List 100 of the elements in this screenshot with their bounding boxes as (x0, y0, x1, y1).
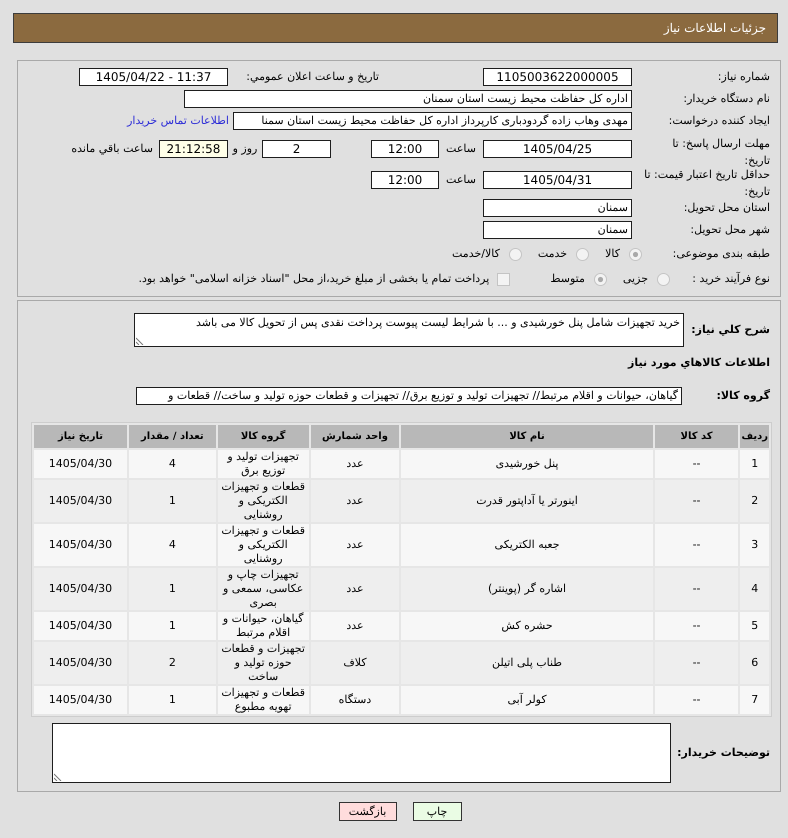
table-cell: عدد (310, 480, 400, 522)
deadline-date-field[interactable]: 1405/04/25 (483, 140, 632, 158)
deadline-time-field[interactable]: 12:00 (371, 140, 439, 158)
column-header: تعداد / مقدار (128, 425, 216, 448)
table-cell: اشاره گر (پوینتر) (401, 568, 653, 610)
table-cell: 1405/04/30 (34, 642, 127, 684)
column-header: واحد شمارش (310, 425, 400, 448)
buyer-contact-link[interactable]: اطلاعات تماس خریدار (127, 112, 229, 130)
table-cell: 1 (740, 450, 769, 478)
table-cell: قطعات و تجهیزات تهویه مطبوع (218, 686, 309, 714)
table-cell: کولر آبی (401, 686, 653, 714)
announcement-date-field[interactable]: 1405/04/22 - 11:37 (79, 68, 228, 86)
table-cell: 1405/04/30 (34, 686, 127, 714)
table-cell: 2 (740, 480, 769, 522)
table-cell: تجهیزات و قطعات حوزه تولید و ساخت (218, 642, 309, 684)
table-cell: عدد (310, 524, 400, 566)
field-label: گروه کالا: (716, 388, 770, 402)
table-cell: تجهیزات تولید و توزیع برق (218, 450, 309, 478)
need-number-field[interactable]: 1105003622000005 (483, 68, 632, 86)
radio-button[interactable] (657, 272, 670, 286)
buyer-notes-field[interactable] (52, 723, 671, 783)
table-cell: -- (654, 642, 738, 684)
time-left-field[interactable]: 21:12:58 (159, 140, 228, 158)
table-cell: 5 (740, 612, 769, 640)
table-cell: طناب پلی اتیلن (401, 642, 653, 684)
radio-button[interactable] (508, 248, 522, 260)
radio-label: جزیی (622, 270, 648, 287)
table-cell: تجهیزات چاپ و عکاسی، سمعی و بصری (218, 568, 309, 610)
table-cell: حشره کش (401, 612, 653, 640)
table-cell: جعبه الکتریکی (401, 524, 653, 566)
table-cell: -- (654, 568, 738, 610)
table-cell: کلاف (310, 642, 400, 684)
radio-button[interactable] (576, 248, 590, 260)
table-cell: 1405/04/30 (34, 450, 127, 478)
table-cell: قطعات و تجهیزات الکتریکی و روشنایی (218, 480, 309, 522)
requester-field[interactable]: مهدی وهاب زاده گردودباری کارپرداز اداره کل حفاظت محیط زیست استان سمنا (233, 112, 632, 130)
column-header: تاریخ نیاز (34, 425, 127, 448)
radio-label: خدمت (538, 246, 568, 262)
table-cell: 4 (740, 568, 769, 610)
time-left-label: ساعت باقي مانده (71, 141, 153, 157)
field-label: حداقل تاریخ اعتبار قیمت: تا تاریخ: (644, 168, 770, 198)
field-label: شهر محل تحویل: (690, 222, 770, 236)
radio-label: کالا (605, 246, 620, 262)
field-label: توضیحات خریدار: (677, 746, 770, 759)
time-label: ساعت (446, 172, 476, 188)
column-header: ردیف (740, 425, 769, 448)
table-cell: -- (654, 686, 738, 714)
table-cell: 2 (128, 642, 216, 684)
table-cell: 1 (128, 480, 216, 522)
field-label: شماره نیاز: (718, 70, 770, 83)
checkbox[interactable] (497, 272, 510, 286)
field-label: شرح کلي نیاز: (691, 322, 770, 336)
table-cell: -- (654, 612, 738, 640)
table-cell: -- (654, 524, 738, 566)
table-cell: 4 (128, 450, 216, 478)
table-cell: 1405/04/30 (34, 480, 127, 522)
table-cell: 1405/04/30 (34, 568, 127, 610)
table-cell: 6 (740, 642, 769, 684)
field-label: تاریخ و ساعت اعلان عمومي: (246, 70, 379, 83)
city-field[interactable]: سمنان (483, 221, 632, 239)
back-button[interactable]: بازگشت (338, 802, 396, 821)
days-left-field[interactable]: 2 (262, 140, 331, 158)
buyer-org-field[interactable]: اداره کل حفاظت محیط زیست استان سمنان (184, 90, 632, 108)
radio-button[interactable] (594, 272, 607, 286)
province-field[interactable]: سمنان (483, 199, 632, 217)
table-cell: اینورتر یا آداپتور قدرت (401, 480, 653, 522)
goods-group-field[interactable]: گیاهان، حیوانات و اقلام مرتبط// تجهیزات تولید و توزیع برق// تجهیزات و قطعات حوزه تولید و ساخت// قطعات و (136, 387, 682, 405)
resize-grip-icon[interactable] (136, 337, 144, 345)
table-cell: پنل خورشیدی (401, 450, 653, 478)
table-cell: عدد (310, 450, 400, 478)
time-label: ساعت (446, 141, 476, 157)
radio-label: متوسط (550, 270, 585, 287)
table-cell: 7 (740, 686, 769, 714)
table-cell: 1 (128, 612, 216, 640)
column-header: کد کالا (654, 425, 738, 448)
table-cell: عدد (310, 568, 400, 610)
field-label: طبقه بندی موضوعی: (672, 246, 770, 260)
table-cell: گیاهان، حیوانات و اقلام مرتبط (218, 612, 309, 640)
table-cell: 3 (740, 524, 769, 566)
days-label: روز و (232, 141, 258, 157)
section-title: اطلاعات کالاهاي مورد نیاز (628, 356, 770, 369)
radio-button[interactable] (629, 248, 642, 260)
table-cell: 1405/04/30 (34, 612, 127, 640)
resize-grip-icon[interactable] (54, 773, 62, 781)
table-cell: عدد (310, 612, 400, 640)
table-cell: -- (654, 450, 738, 478)
print-button[interactable]: چاپ (412, 802, 462, 821)
table-cell: 1 (128, 686, 216, 714)
validity-time-field[interactable]: 12:00 (371, 171, 439, 189)
validity-date-field[interactable]: 1405/04/31 (483, 171, 632, 189)
page-title: جزئیات اطلاعات نیاز (664, 20, 766, 37)
column-header: نام کالا (401, 425, 653, 448)
table-cell: دستگاه (310, 686, 400, 714)
field-label: نوع فرآیند خرید : (692, 272, 770, 285)
field-label: نام دستگاه خریدار: (683, 92, 770, 105)
column-header: گروه کالا (218, 425, 309, 448)
field-label: ایجاد کننده درخواست: (668, 114, 770, 127)
table-cell: 4 (128, 524, 216, 566)
description-field[interactable]: خرید تجهیزات شامل پنل خورشیدی و ... با شرایط لیست پیوست پرداخت نقدی پس از تحویل کالا می باشد (134, 313, 684, 347)
field-label: استان محل تحویل: (684, 200, 770, 214)
